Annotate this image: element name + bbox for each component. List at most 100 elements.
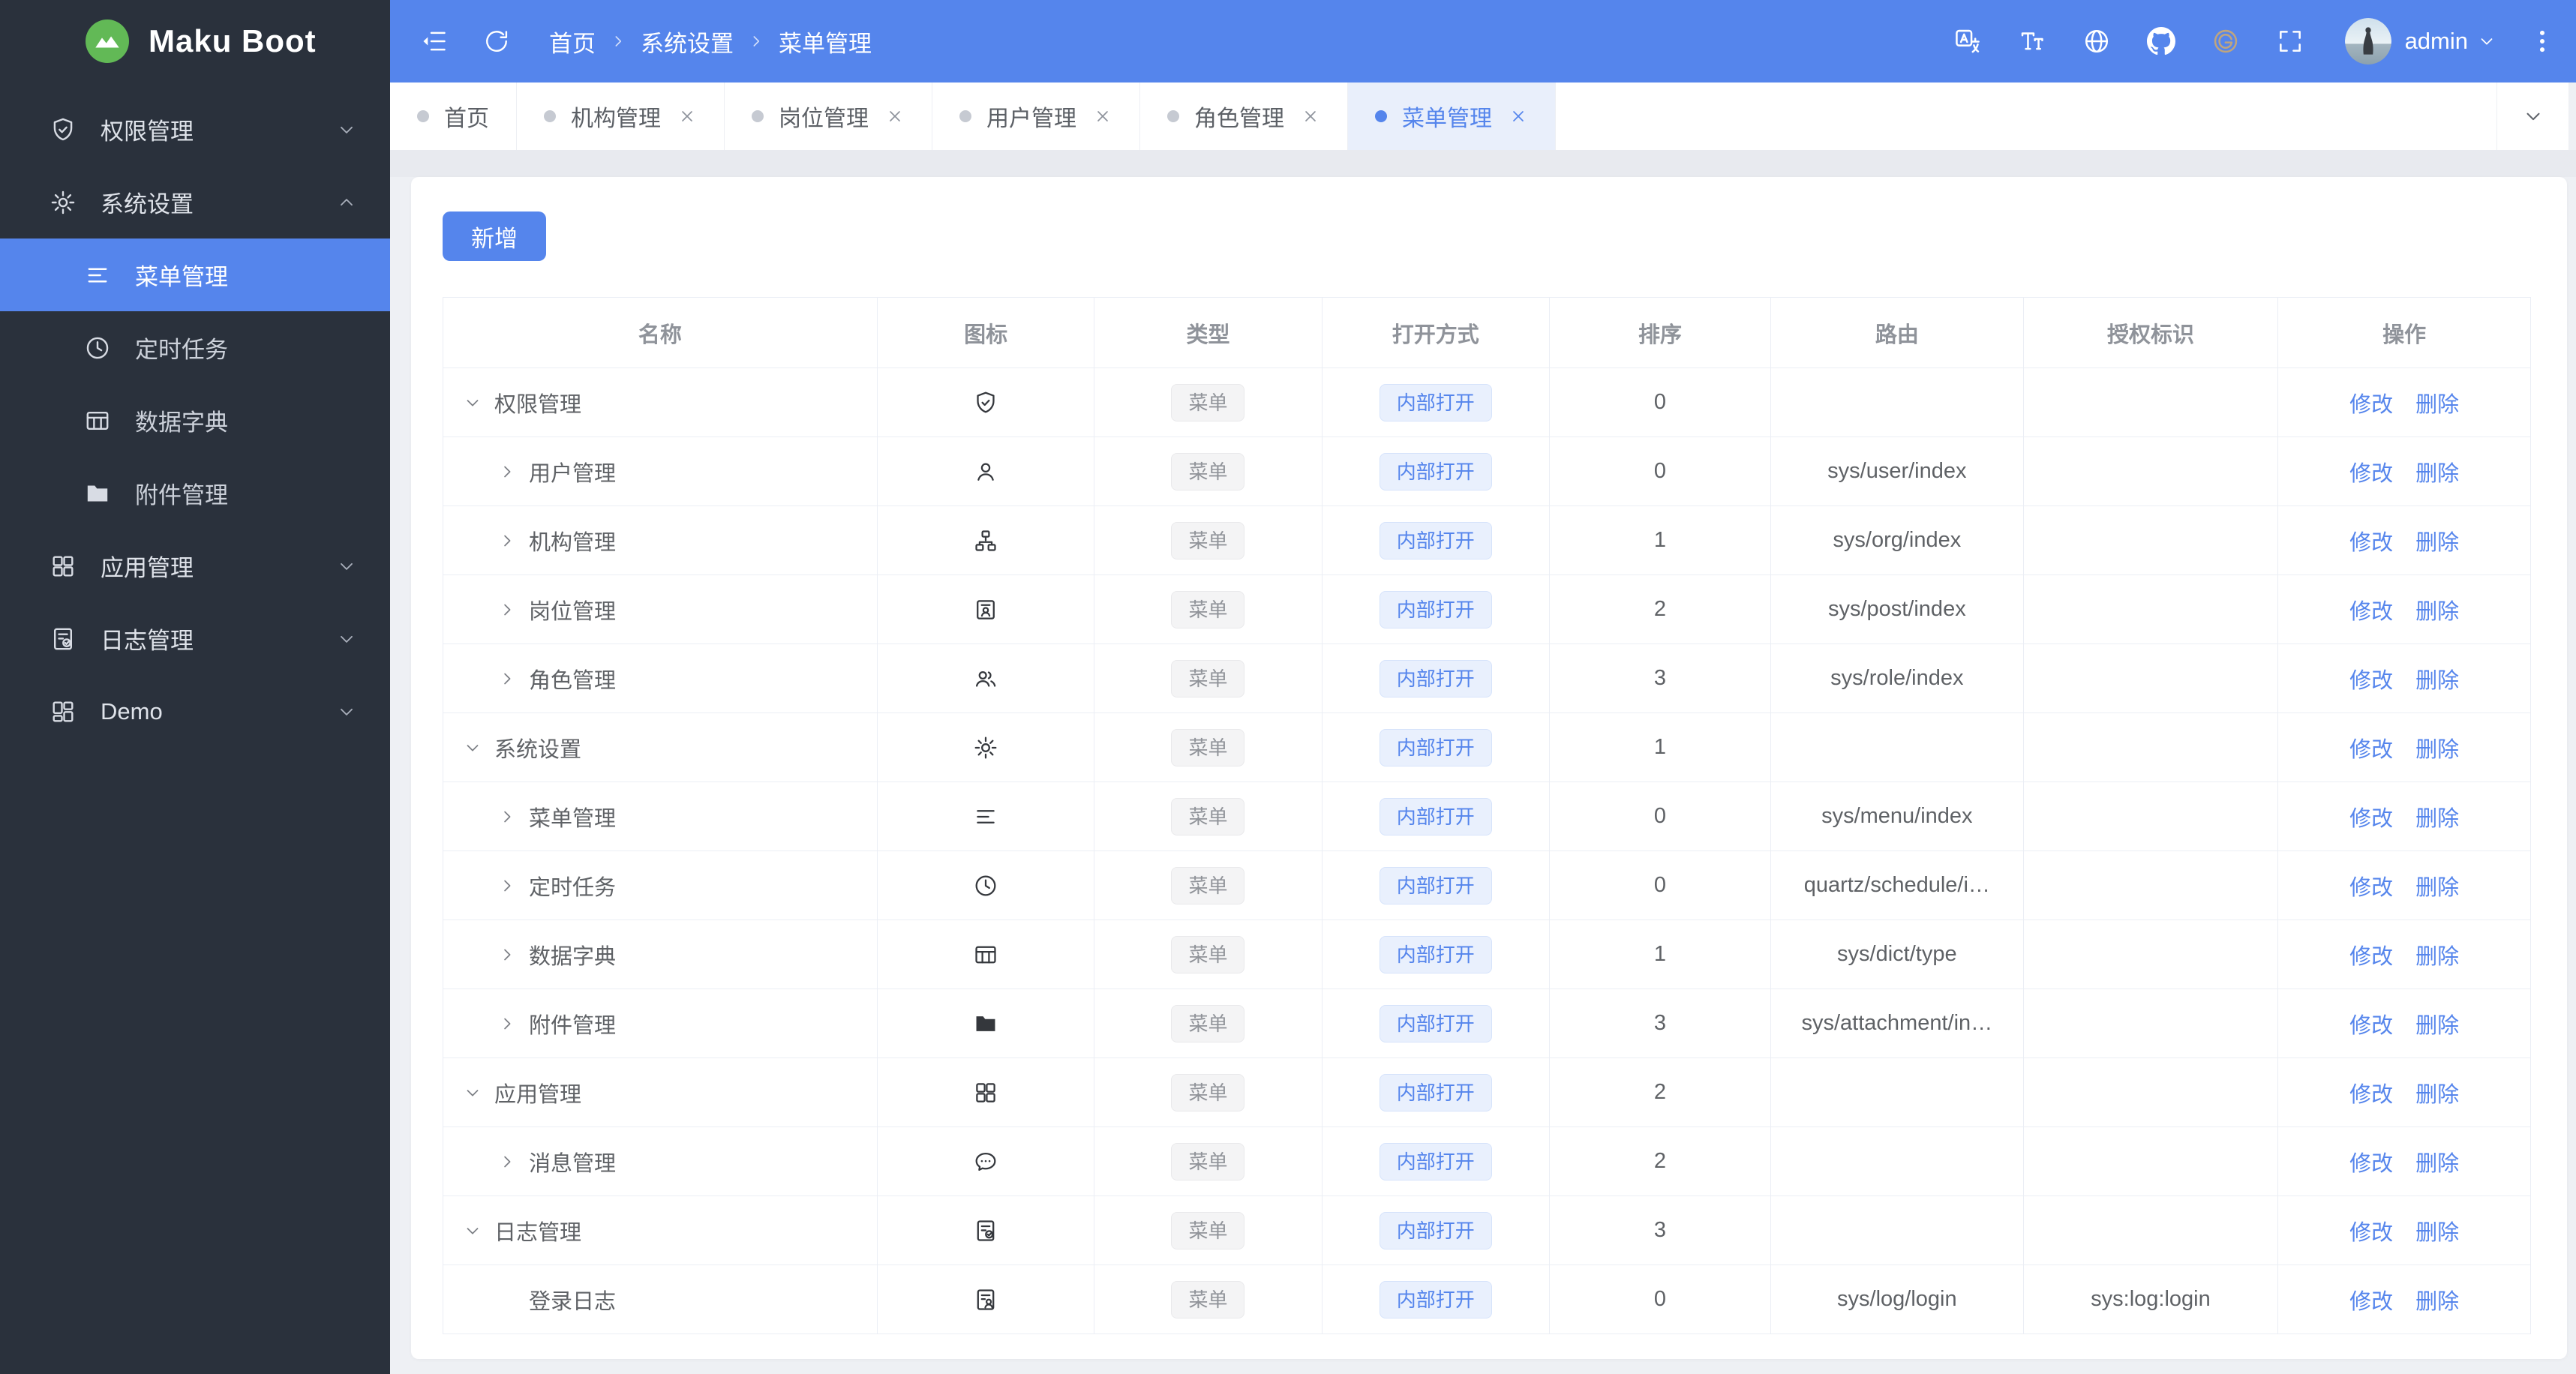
globe-icon[interactable]	[2082, 27, 2111, 56]
delete-link[interactable]: 删除	[2415, 738, 2459, 762]
expand-expand-icon[interactable]	[497, 876, 517, 896]
tab-menu[interactable]: 菜单管理	[1348, 82, 1556, 150]
sidebar-item-attachment-manage[interactable]: 附件管理	[0, 457, 390, 530]
add-button[interactable]: 新增	[443, 212, 546, 261]
delete-link[interactable]: 删除	[2415, 1290, 2459, 1314]
edit-link[interactable]: 修改	[2349, 1221, 2393, 1245]
delete-link[interactable]: 删除	[2415, 531, 2459, 555]
breadcrumb-item[interactable]: 首页	[549, 25, 596, 58]
edit-link[interactable]: 修改	[2349, 600, 2393, 624]
sidebar-item-permission-manage[interactable]: 权限管理	[0, 93, 390, 166]
open-mode-tag: 内部打开	[1379, 1211, 1492, 1250]
delete-link[interactable]: 删除	[2415, 1221, 2459, 1245]
edit-link[interactable]: 修改	[2349, 1083, 2393, 1107]
fullscreen-icon[interactable]	[2276, 27, 2304, 56]
tab-post[interactable]: 岗位管理	[725, 82, 932, 150]
sidebar-item-label: Demo	[101, 698, 163, 724]
delete-link[interactable]: 删除	[2415, 1083, 2459, 1107]
expand-expand-icon[interactable]	[497, 1014, 517, 1034]
edit-link[interactable]: 修改	[2349, 1014, 2393, 1038]
expand-expand-icon[interactable]	[497, 945, 517, 964]
delete-link[interactable]: 删除	[2415, 462, 2459, 486]
cell-open-mode: 内部打开	[1321, 850, 1550, 920]
close-icon[interactable]	[1509, 106, 1528, 126]
edit-link[interactable]: 修改	[2349, 462, 2393, 486]
delete-link[interactable]: 删除	[2415, 1152, 2459, 1176]
gitee-icon[interactable]	[2211, 27, 2240, 56]
tab-home[interactable]: 首页	[390, 82, 517, 150]
tab-org[interactable]: 机构管理	[517, 82, 725, 150]
menu-name: 定时任务	[529, 875, 617, 900]
tabs-dropdown-button[interactable]	[2496, 82, 2568, 150]
menu-fold-icon[interactable]	[420, 27, 449, 56]
sidebar-item-demo[interactable]: Demo	[0, 675, 390, 748]
menu-name: 日志管理	[494, 1220, 582, 1245]
delete-link[interactable]: 删除	[2415, 807, 2459, 831]
tab-user[interactable]: 用户管理	[932, 82, 1140, 150]
delete-link[interactable]: 删除	[2415, 1014, 2459, 1038]
expand-expand-icon[interactable]	[497, 600, 517, 620]
sidebar-item-app-manage[interactable]: 应用管理	[0, 530, 390, 602]
sidebar-item-system-settings[interactable]: 系统设置	[0, 166, 390, 238]
expand-expand-icon[interactable]	[497, 669, 517, 688]
user-menu[interactable]: admin	[2391, 28, 2496, 55]
edit-link[interactable]: 修改	[2349, 1290, 2393, 1314]
edit-link[interactable]: 修改	[2349, 945, 2393, 969]
cell-auth	[2022, 782, 2279, 851]
expand-expand-icon[interactable]	[497, 531, 517, 550]
close-icon[interactable]	[1093, 106, 1112, 126]
breadcrumb-item[interactable]: 菜单管理	[779, 25, 872, 58]
close-icon[interactable]	[1301, 106, 1320, 126]
github-icon[interactable]	[2146, 27, 2175, 56]
sidebar-item-log-manage[interactable]: 日志管理	[0, 602, 390, 675]
cell-name: 机构管理	[443, 506, 878, 575]
edit-link[interactable]: 修改	[2349, 1152, 2393, 1176]
translate-icon[interactable]	[1953, 27, 1982, 56]
edit-link[interactable]: 修改	[2349, 393, 2393, 417]
tab-label: 角色管理	[1194, 106, 1284, 131]
tab-status-dot	[417, 110, 429, 122]
close-icon[interactable]	[677, 106, 697, 126]
cell-icon	[876, 850, 1095, 920]
cell-name: 用户管理	[443, 436, 878, 506]
delete-link[interactable]: 删除	[2415, 945, 2459, 969]
cell-open-mode: 内部打开	[1321, 574, 1550, 644]
id-badge-icon	[973, 597, 998, 622]
expand-collapse-icon[interactable]	[463, 393, 482, 412]
breadcrumb-item[interactable]: 系统设置	[641, 25, 734, 58]
cell-actions: 修改 删除	[2277, 436, 2531, 506]
sidebar-item-data-dictionary[interactable]: 数据字典	[0, 384, 390, 457]
menu-name: 系统设置	[494, 737, 582, 762]
close-icon[interactable]	[885, 106, 905, 126]
table-row: 岗位管理 菜单 内部打开 2 sys/post/index 修改 删除	[443, 574, 2531, 644]
avatar[interactable]	[2344, 18, 2391, 64]
tab-role[interactable]: 角色管理	[1140, 82, 1348, 150]
sidebar-item-menu-manage[interactable]: 菜单管理	[0, 238, 390, 311]
menu-name: 消息管理	[529, 1151, 617, 1176]
edit-link[interactable]: 修改	[2349, 738, 2393, 762]
expand-collapse-icon[interactable]	[463, 1221, 482, 1240]
cell-sort: 3	[1548, 1196, 1771, 1265]
kebab-menu-icon[interactable]	[2528, 27, 2556, 56]
tab-status-dot	[1167, 110, 1179, 122]
delete-link[interactable]: 删除	[2415, 669, 2459, 693]
expand-expand-icon[interactable]	[497, 462, 517, 482]
expand-collapse-icon[interactable]	[463, 738, 482, 758]
expand-expand-icon[interactable]	[497, 1152, 517, 1172]
edit-link[interactable]: 修改	[2349, 807, 2393, 831]
edit-link[interactable]: 修改	[2349, 669, 2393, 693]
delete-link[interactable]: 删除	[2415, 876, 2459, 900]
delete-link[interactable]: 删除	[2415, 600, 2459, 624]
text-size-icon[interactable]	[2018, 27, 2046, 56]
refresh-icon[interactable]	[483, 28, 510, 55]
menu-name: 数据字典	[529, 944, 617, 969]
expand-expand-icon[interactable]	[497, 807, 517, 826]
edit-link[interactable]: 修改	[2349, 531, 2393, 555]
delete-link[interactable]: 删除	[2415, 393, 2459, 417]
edit-link[interactable]: 修改	[2349, 876, 2393, 900]
clock-icon	[84, 334, 111, 362]
expand-collapse-icon[interactable]	[463, 1083, 482, 1102]
sidebar-item-scheduled-tasks[interactable]: 定时任务	[0, 311, 390, 384]
cell-actions: 修改 删除	[2277, 1196, 2531, 1265]
tab-bar: 首页 机构管理 岗位管理 用户管理 角色管理 菜单管理	[390, 82, 2568, 150]
